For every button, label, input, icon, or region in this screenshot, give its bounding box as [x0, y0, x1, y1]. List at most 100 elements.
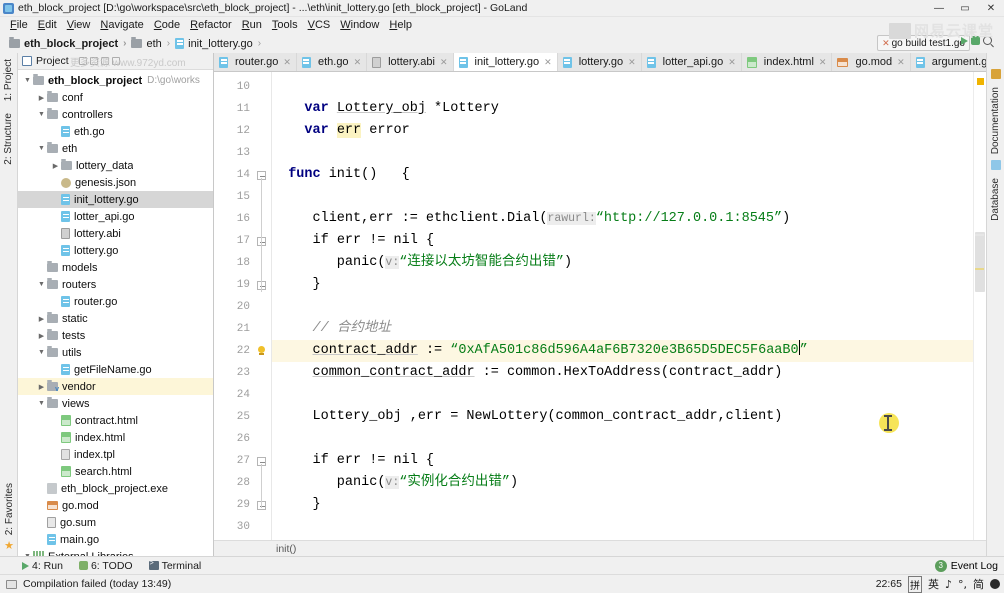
tool-window-terminal[interactable]: Terminal	[148, 560, 201, 572]
tree-node[interactable]: ▼ routers	[18, 276, 213, 293]
close-tab-icon[interactable]: ✕	[728, 57, 736, 68]
editor-tab-lottery-abi[interactable]: lottery.abi ✕	[367, 53, 454, 71]
code-line[interactable]: if err != nil {	[272, 230, 973, 252]
tree-node[interactable]: contract.html	[18, 412, 213, 429]
code-line[interactable]	[272, 516, 973, 538]
more-options-icon[interactable]	[991, 57, 1001, 67]
tree-node[interactable]: main.go	[18, 531, 213, 548]
code-line[interactable]	[272, 384, 973, 406]
code-line[interactable]: if err != nil {	[272, 450, 973, 472]
chevron-down-icon[interactable]: ▼	[36, 349, 47, 356]
code-line[interactable]: }	[272, 274, 973, 296]
tree-node[interactable]: ▼External Libraries	[18, 548, 213, 556]
tree-node[interactable]: index.html	[18, 429, 213, 446]
chevron-right-icon[interactable]: ▶	[36, 315, 47, 323]
editor-tab-lottery-go[interactable]: lottery.go ✕	[557, 53, 642, 71]
tree-node[interactable]: lotter_api.go	[18, 208, 213, 225]
breadcrumb-eth[interactable]: eth ›	[131, 37, 175, 50]
menu-item-navigate[interactable]: Navigate	[95, 17, 148, 34]
tree-node[interactable]: ▼ views	[18, 395, 213, 412]
tool-window-run[interactable]: 4: Run	[22, 560, 63, 572]
menu-item-window[interactable]: Window	[335, 17, 384, 34]
intention-bulb-icon[interactable]	[256, 346, 266, 356]
chevron-right-icon[interactable]: ▶	[36, 383, 47, 391]
tree-node[interactable]: ▼ eth	[18, 140, 213, 157]
menu-item-code[interactable]: Code	[149, 17, 185, 34]
tool-tab-project[interactable]: 1: Project	[3, 53, 14, 107]
tree-node[interactable]: ▼ controllers	[18, 106, 213, 123]
ime-settings-gear-icon[interactable]	[990, 579, 1000, 589]
close-icon[interactable]: ✕	[882, 38, 890, 49]
chevron-down-icon[interactable]: ▼	[36, 281, 47, 288]
tree-node[interactable]: eth_block_project.exe	[18, 480, 213, 497]
tree-node[interactable]: router.go	[18, 293, 213, 310]
menu-item-view[interactable]: View	[62, 17, 96, 34]
editor-tab-lotter-api-go[interactable]: lotter_api.go ✕	[641, 53, 742, 71]
caret-position[interactable]: 22:65	[876, 578, 902, 590]
minimize-button[interactable]: —	[926, 0, 952, 17]
ime-punct-icon[interactable]: °,	[958, 578, 967, 591]
editor-gutter[interactable]: 10 11 12 13 14 15 16 17 18 19 20 21 22 23 24 25 26 27 28 29…	[214, 72, 272, 540]
run-icon[interactable]	[961, 36, 968, 45]
menu-item-help[interactable]: Help	[384, 17, 417, 34]
close-tab-icon[interactable]: ✕	[628, 57, 636, 68]
chevron-down-icon[interactable]: ▼	[36, 111, 47, 118]
code-line[interactable]	[272, 428, 973, 450]
tree-node[interactable]: genesis.json	[18, 174, 213, 191]
tree-node[interactable]: getFileName.go	[18, 361, 213, 378]
editor-tab-go-mod[interactable]: go.mod ✕	[832, 53, 911, 71]
code-area[interactable]: var Lottery_obj *Lottery var err error f…	[272, 72, 973, 540]
code-line[interactable]	[272, 296, 973, 318]
tree-node[interactable]: lottery.abi	[18, 225, 213, 242]
code-line[interactable]: var err error	[272, 120, 973, 142]
tool-window-todo[interactable]: 6: TODO	[78, 560, 133, 572]
chevron-down-icon[interactable]: ▼	[36, 145, 47, 152]
tree-node[interactable]: ▶ tests	[18, 327, 213, 344]
code-line[interactable]: func init() {	[272, 164, 973, 186]
tool-tab-favorites[interactable]: 2: Favorites	[4, 477, 15, 541]
chevron-down-icon[interactable]: ▼	[36, 400, 47, 407]
tree-node[interactable]: models	[18, 259, 213, 276]
menu-item-tools[interactable]: Tools	[267, 17, 303, 34]
tree-node[interactable]: go.mod	[18, 497, 213, 514]
editor-tab-init-lottery-go[interactable]: init_lottery.go ✕	[453, 53, 558, 71]
tree-node[interactable]: ▶ static	[18, 310, 213, 327]
code-line[interactable]: common_contract_addr := common.HexToAddr…	[272, 362, 973, 384]
run-configuration-selector[interactable]: ✕ go build test1.go	[877, 35, 970, 51]
project-tree[interactable]: ▼ eth_block_project D:\go\works ▶ conf ▼ contr…	[18, 70, 213, 556]
menu-item-file[interactable]: File	[5, 17, 33, 34]
chevron-right-icon[interactable]: ▶	[36, 332, 47, 340]
ime-mode-icon[interactable]: 拼	[907, 575, 922, 593]
menu-item-run[interactable]: Run	[237, 17, 267, 34]
editor-tab-argument-go[interactable]: argument.go✕	[910, 53, 986, 71]
ime-lang-icon[interactable]: 英	[928, 576, 939, 592]
error-stripe[interactable]	[973, 72, 986, 540]
debug-icon[interactable]	[971, 36, 980, 45]
close-button[interactable]: ✕	[978, 0, 1004, 17]
close-tab-icon[interactable]: ✕	[440, 57, 448, 68]
code-line[interactable]: contract_addr := “0xAfA501c86d596A4aF6B7…	[272, 340, 973, 362]
tree-node[interactable]: eth.go	[18, 123, 213, 140]
ime-note-icon[interactable]: ♪	[945, 578, 952, 591]
code-line[interactable]	[272, 76, 973, 98]
close-tab-icon[interactable]: ✕	[819, 57, 827, 68]
breadcrumb-file[interactable]: init_lottery.go ›	[175, 38, 266, 50]
menu-item-vcs[interactable]: VCS	[303, 17, 336, 34]
chevron-right-icon[interactable]: ▶	[36, 94, 47, 102]
close-tab-icon[interactable]: ✕	[897, 57, 905, 68]
code-line[interactable]: // 合约地址	[272, 318, 973, 340]
chevron-right-icon[interactable]: ▶	[50, 162, 61, 170]
code-line[interactable]	[272, 186, 973, 208]
code-line[interactable]: Lottery_obj ,err = NewLottery(common_con…	[272, 406, 973, 428]
maximize-button[interactable]: ▭	[952, 0, 978, 17]
warning-stripe-marker[interactable]	[977, 78, 984, 85]
close-tab-icon[interactable]: ✕	[283, 57, 291, 68]
tree-node[interactable]: ▼ utils	[18, 344, 213, 361]
close-tab-icon[interactable]: ✕	[544, 57, 552, 68]
menu-item-refactor[interactable]: Refactor	[185, 17, 237, 34]
star-icon[interactable]: ★	[4, 541, 14, 552]
menu-item-edit[interactable]: Edit	[33, 17, 62, 34]
code-line[interactable]: }	[272, 494, 973, 516]
tree-node[interactable]: lottery.go	[18, 242, 213, 259]
tree-node[interactable]: ▶ vendor	[18, 378, 213, 395]
